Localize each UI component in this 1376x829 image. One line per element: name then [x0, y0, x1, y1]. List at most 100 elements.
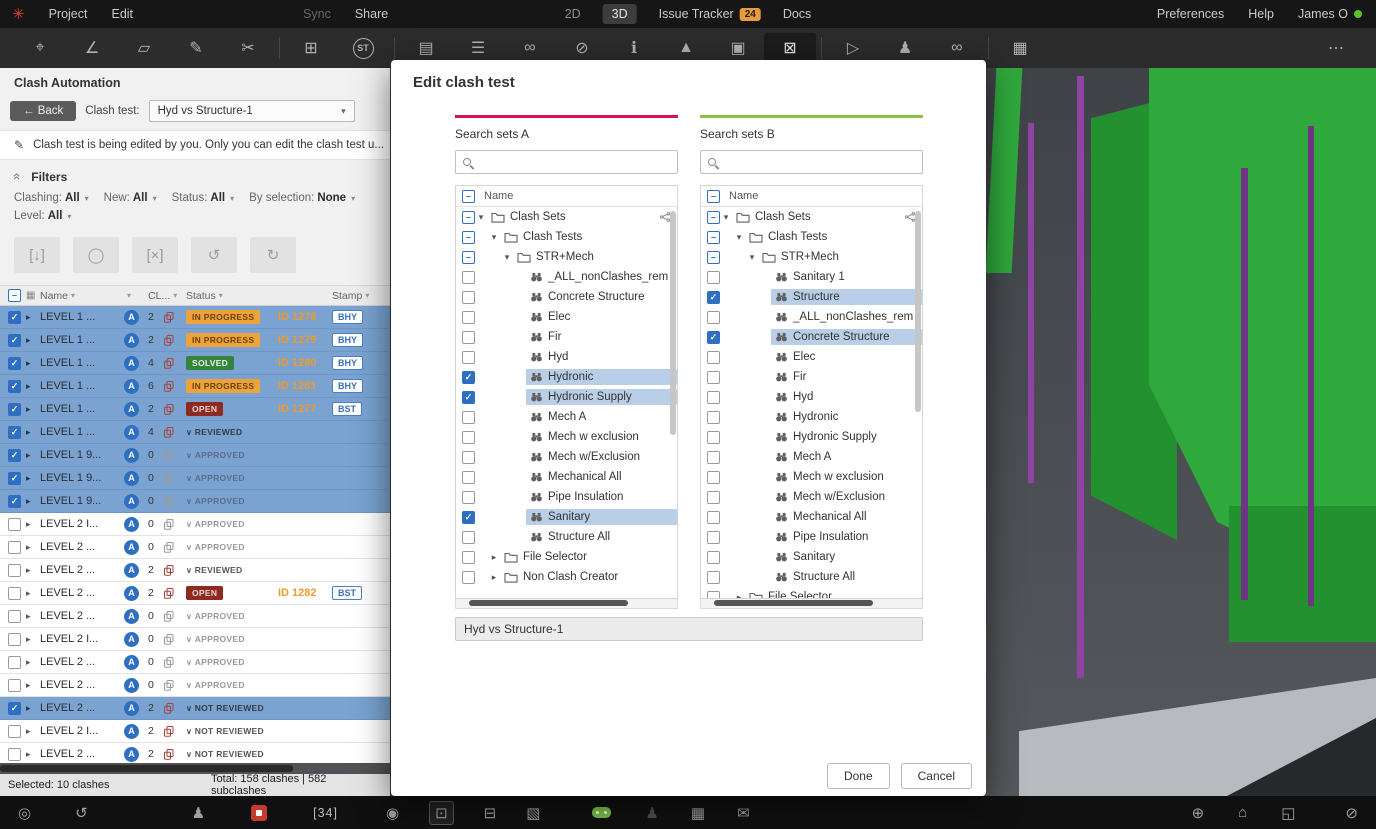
clip-icon[interactable]: ⊟ — [484, 804, 497, 822]
exclusion-icon[interactable]: ⊘ — [556, 33, 608, 63]
clash-row[interactable]: ✓ ▸ LEVEL 1 ... A 4 ∨ REVIEWED — [0, 421, 390, 444]
clash-row[interactable]: ▸ LEVEL 2 ... A 0 ∨ APPROVED — [0, 674, 390, 697]
tree-checkbox[interactable]: – — [707, 230, 720, 244]
measure-icon[interactable]: ∠ — [66, 33, 118, 63]
clash-row[interactable]: ▸ LEVEL 2 I... A 0 ∨ APPROVED — [0, 513, 390, 536]
scrollbar-thumb[interactable] — [469, 600, 629, 606]
clash-row[interactable]: ▸ LEVEL 2 ... A 0 ∨ APPROVED — [0, 536, 390, 559]
row-checkbox[interactable]: ✓ — [8, 379, 21, 393]
expand-chevron-icon[interactable]: ▸ — [26, 588, 31, 599]
expand-chevron-icon[interactable]: ▸ — [26, 312, 31, 323]
refresh-ccw-icon[interactable]: ↺ — [191, 237, 237, 273]
record-icon[interactable]: ⊘ — [1345, 804, 1358, 822]
twisty-icon[interactable]: ▾ — [501, 252, 513, 263]
stamp-icon[interactable]: ST — [337, 33, 389, 63]
tree-row-elec[interactable]: Elec — [701, 347, 922, 367]
filter-by-selection[interactable]: By selection: None ▾ — [249, 192, 355, 204]
row-checkbox[interactable]: ✓ — [8, 701, 21, 715]
tree-row-elec[interactable]: Elec — [456, 307, 677, 327]
expand-chevron-icon[interactable]: ▸ — [26, 542, 31, 553]
tree-checkbox[interactable]: ✓ — [462, 370, 475, 384]
apps-icon[interactable]: ▦ — [691, 804, 705, 822]
gamepad-icon[interactable] — [592, 807, 612, 818]
row-checkbox[interactable] — [8, 678, 21, 692]
tree-checkbox[interactable] — [707, 570, 720, 584]
clash-row[interactable]: ▸ LEVEL 2 ... A 0 ∨ APPROVED — [0, 651, 390, 674]
row-checkbox[interactable]: ✓ — [8, 356, 21, 370]
clash-row[interactable]: ✓ ▸ LEVEL 1 ... A 2 OPEN ID 1277 BST — [0, 398, 390, 421]
tree-checkbox[interactable]: – — [462, 230, 475, 244]
section-plane-icon[interactable]: ▱ — [118, 33, 170, 63]
tree-row-structure-all[interactable]: Structure All — [456, 527, 677, 547]
menu-docs[interactable]: Docs — [783, 7, 811, 21]
tree-checkbox[interactable] — [462, 490, 475, 504]
filter-level[interactable]: Level: All ▾ — [14, 210, 71, 222]
tree-row-file-selector[interactable]: ▸ File Selector — [456, 547, 677, 567]
tree-row-structure-all[interactable]: Structure All — [701, 567, 922, 587]
expand-chevron-icon[interactable]: ▸ — [26, 634, 31, 645]
tree-row-fir[interactable]: Fir — [701, 367, 922, 387]
menu-james-o[interactable]: James O — [1298, 7, 1362, 21]
tree-checkbox[interactable] — [462, 330, 475, 344]
home-icon[interactable]: ⌂ — [1238, 804, 1247, 821]
avatar-walk-icon[interactable]: ♟ — [192, 804, 205, 822]
row-checkbox[interactable]: ✓ — [8, 471, 21, 485]
tree-row-all-nonclashes-rem[interactable]: _ALL_nonClashes_rem — [456, 267, 677, 287]
tree-row-hyd[interactable]: Hyd — [701, 387, 922, 407]
windows-icon[interactable]: ▦ — [994, 33, 1046, 63]
expand-chevron-icon[interactable]: ▸ — [26, 496, 31, 507]
search-input-a[interactable] — [477, 156, 670, 168]
link-icon[interactable]: ∞ — [931, 33, 983, 63]
properties-icon[interactable]: ℹ — [608, 33, 660, 63]
clash-automation-icon[interactable]: ⊠ — [764, 33, 816, 63]
twisty-icon[interactable]: ▸ — [488, 552, 500, 563]
menu-sync[interactable]: Sync — [303, 7, 331, 21]
column-header-cl[interactable]: CL... ▾ — [148, 290, 186, 302]
clash-row[interactable]: ▸ LEVEL 2 ... A 2 OPEN ID 1282 BST — [0, 582, 390, 605]
tree-row-mech-w-exclusion[interactable]: Mech w exclusion — [456, 427, 677, 447]
tree-row-mech-w-exclusion[interactable]: Mech w/Exclusion — [456, 447, 677, 467]
clash-row[interactable]: ✓ ▸ LEVEL 1 ... A 2 IN PROGRESS ID 1278 BHY — [0, 306, 390, 329]
cut-icon[interactable]: ✂ — [222, 33, 274, 63]
scrollbar-thumb[interactable] — [915, 211, 921, 413]
row-checkbox[interactable] — [8, 563, 21, 577]
tree-row-mech-w-exclusion[interactable]: Mech w/Exclusion — [701, 487, 922, 507]
refresh-cw-icon[interactable]: ↻ — [250, 237, 296, 273]
row-checkbox[interactable] — [8, 540, 21, 554]
tree-checkbox[interactable] — [707, 270, 720, 284]
tree-row-sanitary-1[interactable]: Sanitary 1 — [701, 267, 922, 287]
chat-icon[interactable]: ✉ — [737, 804, 750, 822]
menu-2d[interactable]: 2D — [565, 7, 581, 21]
clash-row[interactable]: ✓ ▸ LEVEL 1 ... A 4 SOLVED ID 1280 BHY — [0, 352, 390, 375]
scrollbar-thumb[interactable] — [670, 211, 676, 436]
back-button[interactable]: ← Back — [10, 101, 77, 121]
tree-checkbox[interactable] — [462, 430, 475, 444]
expand-chevron-icon[interactable]: ▸ — [26, 473, 31, 484]
expand-chevron-icon[interactable]: ▸ — [26, 450, 31, 461]
tree-checkbox[interactable] — [462, 530, 475, 544]
clash-row[interactable]: ✓ ▸ LEVEL 1 9... A 0 ∨ APPROVED — [0, 490, 390, 513]
tree-checkbox[interactable] — [462, 270, 475, 284]
add-issue-icon[interactable]: ⊞ — [285, 33, 337, 63]
tree-row-clash-tests[interactable]: – ▾ Clash Tests — [701, 227, 922, 247]
tree-row-mechanical-all[interactable]: Mechanical All — [456, 467, 677, 487]
tree-checkbox[interactable]: ✓ — [707, 330, 720, 344]
search-box-b[interactable] — [700, 150, 923, 174]
clash-row[interactable]: ✓ ▸ LEVEL 1 ... A 6 IN PROGRESS ID 1281 BHY — [0, 375, 390, 398]
video-icon[interactable]: ▷ — [827, 33, 879, 63]
tree-row-hyd[interactable]: Hyd — [456, 347, 677, 367]
expand-chevron-icon[interactable]: ▸ — [26, 335, 31, 346]
tree-checkbox[interactable] — [462, 310, 475, 324]
row-checkbox[interactable]: ✓ — [8, 425, 21, 439]
column-header-stamp[interactable]: Stamp ▾ — [332, 290, 390, 302]
twisty-icon[interactable]: ▾ — [475, 212, 487, 223]
tree-row-mech-a[interactable]: Mech A — [701, 447, 922, 467]
tree-row-structure[interactable]: ✓ Structure — [701, 287, 922, 307]
tree-checkbox[interactable] — [707, 450, 720, 464]
tree-checkbox[interactable] — [707, 550, 720, 564]
menu-share[interactable]: Share — [355, 7, 388, 21]
row-checkbox[interactable] — [8, 724, 21, 738]
world-icon[interactable]: ⊕ — [1192, 804, 1205, 822]
twisty-icon[interactable]: ▸ — [733, 592, 745, 599]
tree-row-fir[interactable]: Fir — [456, 327, 677, 347]
